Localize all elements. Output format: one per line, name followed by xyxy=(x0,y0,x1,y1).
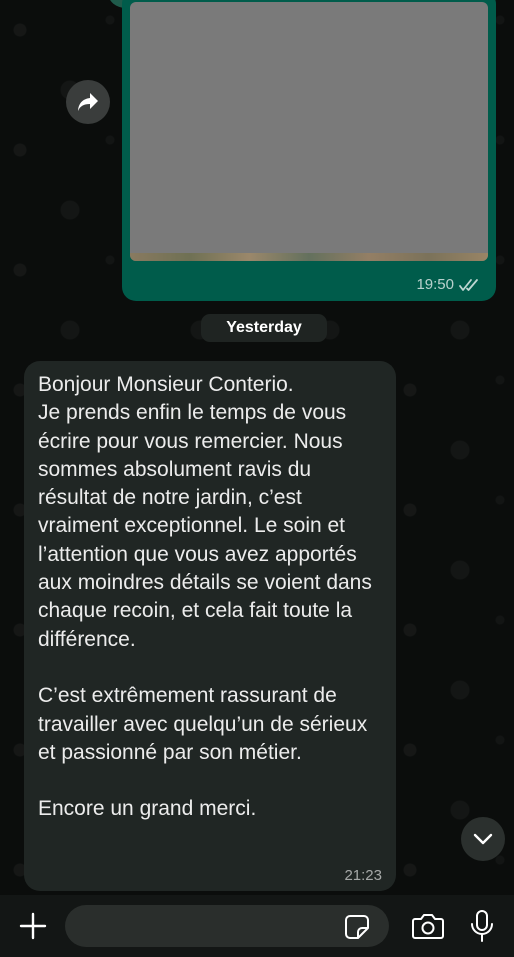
message-list[interactable]: 19:50 Yesterday Bonjour Monsieur Conteri… xyxy=(0,0,514,895)
incoming-message[interactable]: Bonjour Monsieur Conterio. Je prends enf… xyxy=(24,361,396,891)
camera-icon xyxy=(412,914,444,939)
attach-button[interactable] xyxy=(16,909,50,943)
chevron-down-icon xyxy=(473,833,493,845)
message-text: Bonjour Monsieur Conterio. Je prends enf… xyxy=(38,373,372,821)
scroll-to-bottom-button[interactable] xyxy=(461,817,505,861)
sticker-icon xyxy=(345,915,369,939)
message-time: 19:50 xyxy=(416,276,454,293)
image-edge xyxy=(130,253,488,261)
message-input[interactable] xyxy=(65,905,389,947)
forward-button[interactable] xyxy=(66,80,110,124)
forward-icon xyxy=(78,93,98,111)
plus-icon xyxy=(19,912,47,940)
message-input-bar xyxy=(0,895,514,957)
chat-screen: 19:50 Yesterday Bonjour Monsieur Conteri… xyxy=(0,0,514,957)
double-check-icon xyxy=(459,278,478,291)
microphone-icon xyxy=(471,910,493,942)
message-meta: 19:50 xyxy=(416,276,482,293)
message-image[interactable] xyxy=(130,2,488,261)
date-separator: Yesterday xyxy=(201,314,327,342)
sticker-button[interactable] xyxy=(343,913,371,941)
outgoing-image-message[interactable]: 19:50 xyxy=(122,0,496,301)
message-time: 21:23 xyxy=(344,867,382,884)
camera-button[interactable] xyxy=(410,909,446,943)
microphone-button[interactable] xyxy=(466,907,498,945)
